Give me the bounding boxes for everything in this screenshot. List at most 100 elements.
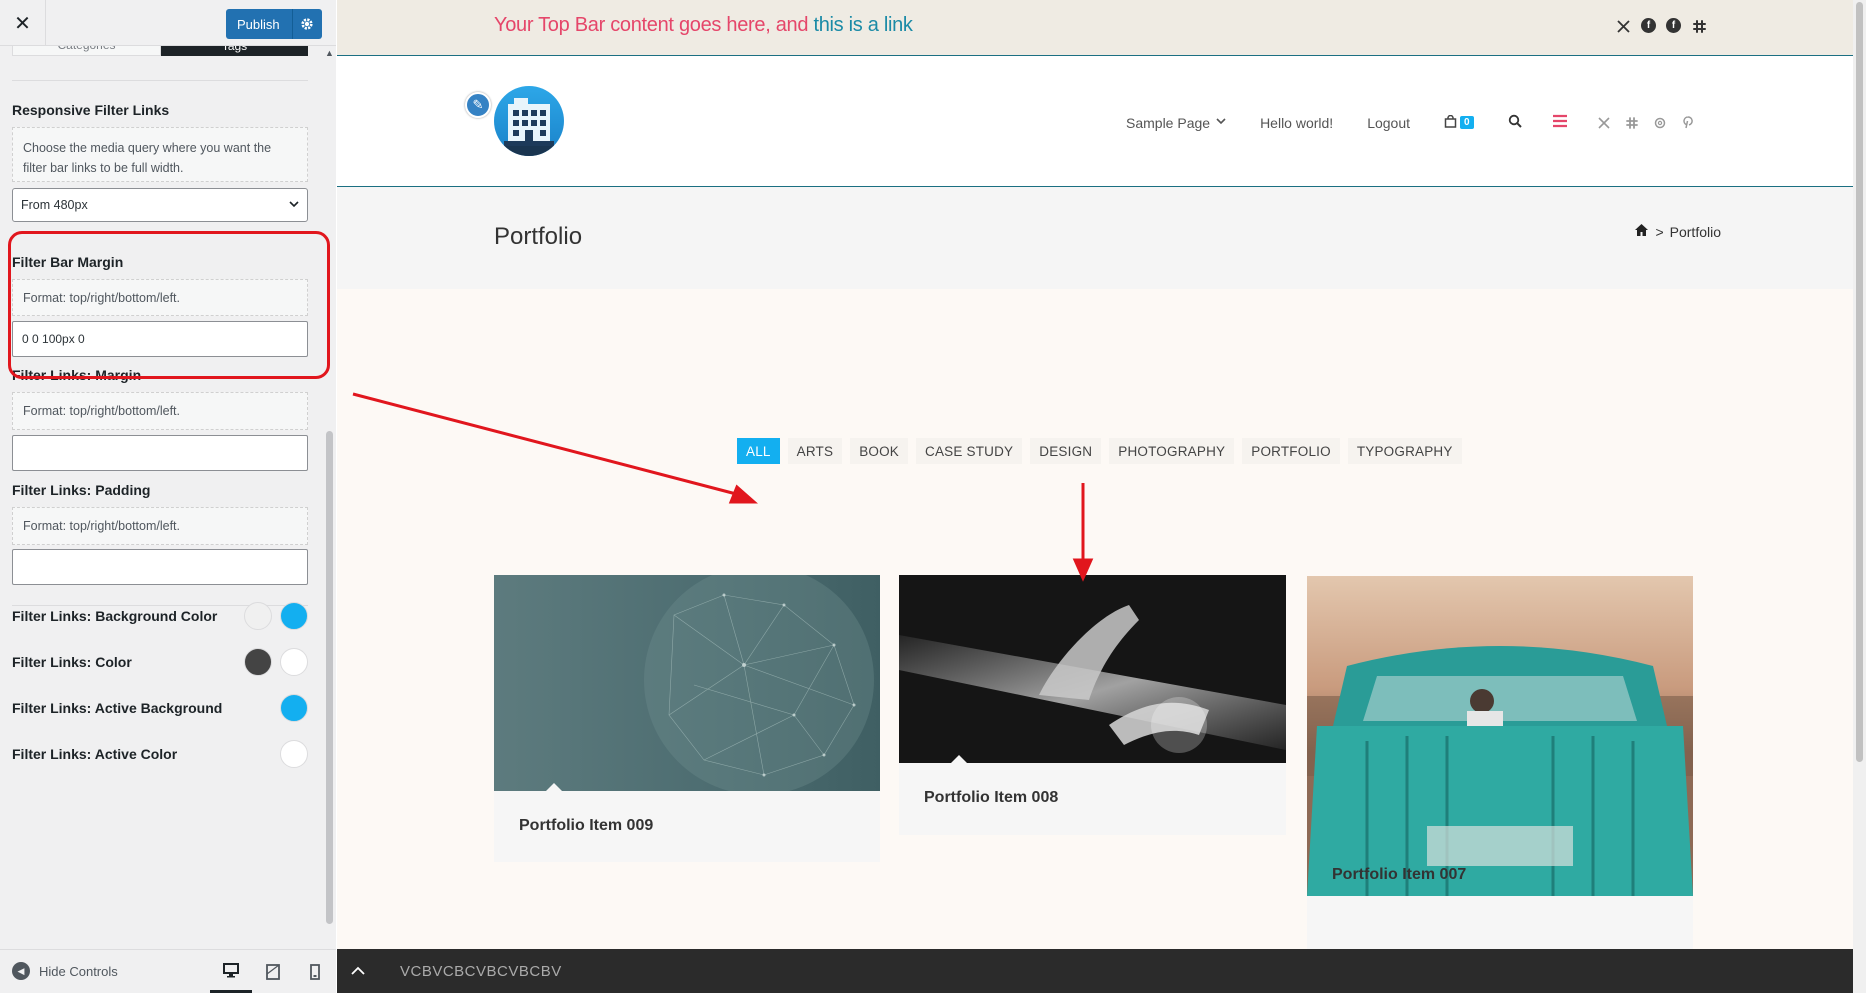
chevron-down-icon [289, 199, 299, 211]
page-title: Portfolio [494, 223, 583, 250]
card-pointer [546, 783, 562, 791]
customizer-controls[interactable]: Categories Tags Responsive Filter Links … [0, 46, 336, 949]
portfolio-content: ALL ARTS BOOK CASE STUDY DESIGN PHOTOGRA… [337, 289, 1853, 949]
filter-link-design[interactable]: DESIGN [1030, 438, 1102, 464]
scrollbar-thumb[interactable] [326, 431, 333, 924]
portfolio-card-008[interactable]: Portfolio Item 008 [899, 575, 1286, 835]
nav-item-hello-world[interactable]: Hello world! [1260, 115, 1333, 131]
hamburger-menu-icon[interactable] [1552, 112, 1568, 133]
top-bar-social: f f [1615, 18, 1707, 34]
tablet-icon[interactable] [252, 950, 294, 993]
portfolio-filter-bar: ALL ARTS BOOK CASE STUDY DESIGN PHOTOGRA… [737, 438, 1462, 464]
page-header: Portfolio > Portfolio [337, 187, 1853, 289]
preview-scrollbar[interactable] [1853, 0, 1866, 993]
site-preview[interactable]: Your Top Bar content goes here, and this… [337, 0, 1853, 993]
color-swatch[interactable] [244, 602, 272, 630]
color-row-label: Filter Links: Color [12, 654, 132, 670]
filter-link-arts[interactable]: ARTS [787, 438, 843, 464]
breadcrumb-current: Portfolio [1669, 224, 1721, 240]
breadcrumb-separator: > [1655, 224, 1664, 240]
portfolio-image[interactable] [494, 575, 880, 791]
scroll-up-icon[interactable]: ▲ [323, 48, 336, 58]
cart-button[interactable]: 0 [1444, 114, 1474, 131]
color-row-color: Filter Links: Color [12, 647, 308, 677]
filter-links-padding-title: Filter Links: Padding [12, 482, 151, 498]
portfolio-card-009[interactable]: Portfolio Item 009 [494, 575, 880, 862]
site-header: ✎ Sample Page Hello world! Logout 0 [337, 56, 1853, 187]
select-value: From 480px [21, 198, 88, 212]
filter-link-book[interactable]: BOOK [850, 438, 908, 464]
site-logo[interactable] [494, 86, 564, 156]
section-divider [12, 80, 308, 81]
color-swatch[interactable] [280, 648, 308, 676]
scrollbar-thumb[interactable] [1856, 2, 1863, 762]
slack-icon[interactable] [1624, 115, 1640, 131]
taxonomy-tabs: Categories Tags [12, 46, 308, 56]
hide-controls-button[interactable]: ◀ Hide Controls [12, 962, 118, 980]
hide-controls-label: Hide Controls [39, 963, 118, 979]
color-swatch[interactable] [280, 602, 308, 630]
nav-item-sample-page[interactable]: Sample Page [1126, 115, 1226, 131]
portfolio-item-title[interactable]: Portfolio Item 009 [519, 817, 653, 835]
tab-tags[interactable]: Tags [161, 46, 308, 56]
tab-categories[interactable]: Categories [12, 46, 161, 56]
top-bar: Your Top Bar content goes here, and this… [337, 0, 1853, 56]
close-button[interactable]: ✕ [0, 0, 46, 46]
bottom-bar-text: VCBVCBCVBCVBCBV [400, 963, 562, 980]
color-row-active-color: Filter Links: Active Color [12, 739, 308, 769]
mobile-icon[interactable] [294, 950, 336, 993]
color-row-label: Filter Links: Background Color [12, 608, 218, 624]
breadcrumb: > Portfolio [1634, 223, 1721, 241]
filter-link-portfolio[interactable]: PORTFOLIO [1242, 438, 1340, 464]
facebook-icon[interactable]: f [1641, 18, 1656, 33]
nav-item-label: Logout [1367, 114, 1411, 131]
facebook-icon[interactable]: f [1666, 18, 1681, 33]
desktop-icon[interactable] [210, 950, 252, 993]
pencil-icon[interactable]: ✎ [465, 92, 491, 118]
filter-links-padding-description: Format: top/right/bottom/left. [12, 507, 308, 545]
customizer-header: ✕ Publish [0, 0, 336, 46]
nav-item-logout[interactable]: Logout [1367, 115, 1410, 131]
x-icon[interactable] [1615, 18, 1631, 34]
portfolio-item-title[interactable]: Portfolio Item 008 [924, 789, 1058, 807]
filter-link-case-study[interactable]: CASE STUDY [916, 438, 1023, 464]
search-icon[interactable] [1508, 114, 1522, 132]
portfolio-item-title[interactable]: Portfolio Item 007 [1332, 866, 1466, 884]
main-navigation: Sample Page Hello world! Logout 0 [1126, 112, 1696, 133]
filter-link-typography[interactable]: TYPOGRAPHY [1347, 438, 1462, 464]
cart-count-badge: 0 [1460, 116, 1474, 129]
filter-link-photography[interactable]: PHOTOGRAPHY [1109, 438, 1235, 464]
portfolio-card-007[interactable]: Portfolio Item 007 [1307, 576, 1693, 949]
color-row-background: Filter Links: Background Color [12, 601, 308, 631]
slack-icon[interactable] [1691, 18, 1707, 34]
publish-button[interactable]: Publish [226, 9, 292, 39]
filter-link-all[interactable]: ALL [737, 438, 780, 464]
chevron-down-icon [1216, 117, 1226, 128]
filter-links-padding-input[interactable] [12, 549, 308, 585]
top-bar-link[interactable]: this is a link [813, 14, 912, 36]
collapse-icon: ◀ [12, 962, 30, 980]
x-icon[interactable] [1596, 115, 1612, 131]
color-swatch[interactable] [244, 648, 272, 676]
color-row-active-background: Filter Links: Active Background [12, 693, 308, 723]
annotation-highlight-box [8, 231, 330, 379]
responsive-filter-links-title: Responsive Filter Links [12, 102, 170, 118]
publish-group: Publish [226, 9, 322, 39]
home-icon[interactable] [1634, 223, 1649, 241]
threads-icon[interactable] [1652, 115, 1668, 131]
color-swatch[interactable] [280, 740, 308, 768]
portfolio-image[interactable] [1307, 576, 1693, 896]
top-bar-text: Your Top Bar content goes here, and this… [494, 14, 913, 37]
color-swatch[interactable] [280, 694, 308, 722]
color-row-label: Filter Links: Active Background [12, 700, 223, 716]
responsive-filter-links-description: Choose the media query where you want th… [12, 127, 308, 182]
color-row-label: Filter Links: Active Color [12, 746, 178, 762]
filter-links-margin-input[interactable] [12, 435, 308, 471]
sidebar-scrollbar[interactable]: ▲ [323, 46, 336, 949]
portfolio-image[interactable] [899, 575, 1286, 763]
gear-icon[interactable] [291, 9, 322, 39]
pinterest-icon[interactable] [1680, 115, 1696, 131]
chevron-up-icon[interactable] [337, 949, 379, 993]
responsive-media-query-select[interactable]: From 480px [12, 188, 308, 222]
top-bar-message: Your Top Bar content goes here, and [494, 14, 814, 36]
